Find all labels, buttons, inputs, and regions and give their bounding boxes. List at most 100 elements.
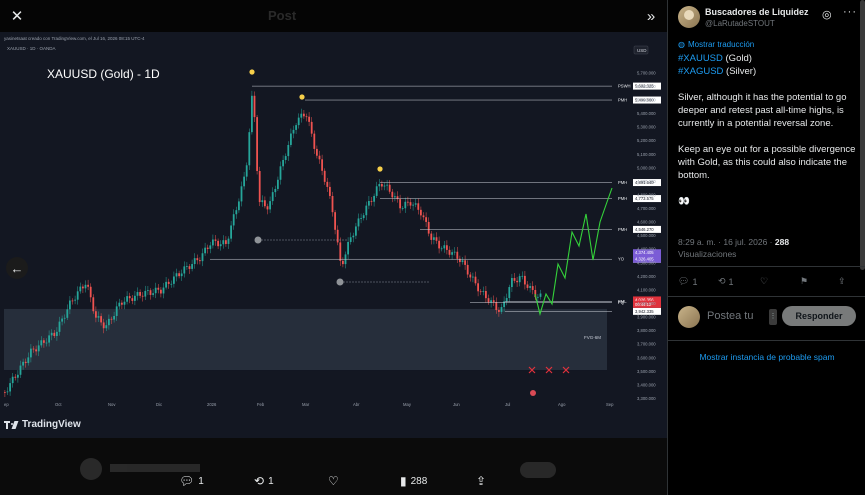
author-handle[interactable]: @LaRutadeSTOUT bbox=[705, 19, 775, 28]
repost-action[interactable]: ⟲ 1 bbox=[254, 474, 274, 488]
repost-icon: ⟲ bbox=[718, 276, 726, 286]
candle-body bbox=[313, 133, 316, 149]
show-spam-link[interactable]: Mostrar instancia de probable spam bbox=[668, 352, 865, 362]
candle-body bbox=[266, 206, 269, 210]
share-action[interactable]: ⇪ bbox=[476, 474, 486, 488]
arrow-left-icon: ← bbox=[10, 260, 24, 276]
author-name[interactable]: Buscadores de Liquidez bbox=[705, 7, 809, 17]
y-tick-label: 5,600.000 bbox=[637, 84, 656, 89]
candle-body bbox=[381, 184, 383, 187]
candle-body bbox=[303, 113, 305, 117]
close-button[interactable]: ✕ bbox=[6, 5, 28, 27]
reply-action[interactable]: 💬︎ 1 bbox=[179, 474, 204, 488]
candle-body bbox=[404, 201, 407, 209]
post-paragraph-1: Silver, although it has the potential to… bbox=[678, 92, 847, 129]
show-translation-link[interactable]: ◍ Mostrar traducción bbox=[678, 40, 754, 49]
bookmark-icon: ⚑ bbox=[800, 276, 809, 286]
y-tick-label: 4,500.000 bbox=[637, 233, 656, 238]
expand-panel-button[interactable]: » bbox=[640, 5, 662, 27]
share-icon: ⇪ bbox=[838, 276, 846, 286]
candle-body bbox=[251, 95, 253, 133]
chart-title: XAUUSD (Gold) - 1D bbox=[47, 67, 160, 81]
views-action[interactable]: ▮ 288 bbox=[400, 474, 427, 488]
candle-body bbox=[69, 300, 71, 310]
candle-body bbox=[438, 240, 440, 249]
candle-body bbox=[186, 266, 188, 268]
post-timestamp[interactable]: 8:29 a. m. · 16 jul. 2026 · 288 bbox=[678, 237, 789, 247]
panel-share-button[interactable]: ⇪ bbox=[838, 276, 846, 287]
emoji-picker-icon[interactable]: ⋮ bbox=[769, 309, 777, 325]
candle-body bbox=[308, 116, 310, 122]
candle-body bbox=[383, 185, 386, 187]
candle-body bbox=[360, 218, 362, 219]
y-tick-label: 4,200.000 bbox=[637, 274, 656, 279]
like-action[interactable]: ♡ bbox=[328, 474, 339, 488]
candle-body bbox=[477, 283, 479, 292]
candle-body bbox=[448, 249, 451, 255]
previous-media-button[interactable]: ← bbox=[6, 257, 28, 279]
x-tick-label: Dic bbox=[156, 402, 162, 407]
candle-body bbox=[292, 129, 295, 134]
candle-body bbox=[336, 229, 339, 243]
y-tick-label: 5,200.000 bbox=[637, 138, 656, 143]
candle-body bbox=[243, 176, 245, 187]
candle-body bbox=[183, 266, 186, 274]
candle-body bbox=[154, 287, 157, 294]
candle-body bbox=[256, 117, 258, 171]
anchor-dot bbox=[254, 236, 262, 244]
candle-body bbox=[56, 331, 58, 336]
lightbulb-icon bbox=[249, 69, 255, 75]
x-tick-label: Sep bbox=[606, 402, 614, 407]
candle-body bbox=[440, 248, 443, 250]
candle-body bbox=[375, 186, 378, 196]
candle-body bbox=[110, 318, 113, 320]
panel-repost-button[interactable]: ⟲ 1 bbox=[718, 276, 734, 287]
globe-icon: ◍ bbox=[678, 40, 685, 49]
reply-submit-button[interactable]: Responder bbox=[782, 306, 856, 326]
candle-body bbox=[277, 179, 279, 189]
candle-body bbox=[136, 292, 139, 296]
y-tick-label: 4,900.000 bbox=[637, 179, 656, 184]
tradingview-logo-icon bbox=[4, 420, 19, 429]
candle-body bbox=[362, 215, 365, 219]
reply-input[interactable] bbox=[705, 309, 769, 323]
candle-body bbox=[170, 283, 173, 285]
panel-scrollbar[interactable] bbox=[860, 0, 865, 270]
candle-body bbox=[196, 258, 199, 261]
candle-body bbox=[152, 293, 154, 295]
candle-body bbox=[165, 281, 167, 288]
y-tick-label: 3,300.000 bbox=[637, 396, 656, 401]
panel-bookmark-button[interactable]: ⚑ bbox=[800, 276, 808, 287]
chevron-double-right-icon: » bbox=[646, 7, 656, 25]
author-avatar[interactable] bbox=[678, 6, 700, 28]
y-tick-label: 3,700.000 bbox=[637, 342, 656, 347]
y-tick-label: 3,800.000 bbox=[637, 328, 656, 333]
candle-body bbox=[401, 208, 404, 210]
candle-body bbox=[235, 210, 238, 215]
candle-body bbox=[178, 273, 180, 277]
candle-body bbox=[48, 335, 50, 343]
candle-body bbox=[329, 186, 331, 196]
candle-body bbox=[323, 170, 326, 182]
candle-body bbox=[157, 287, 160, 290]
panel-like-button[interactable]: ♡ bbox=[760, 276, 768, 287]
candle-body bbox=[58, 321, 61, 332]
candle-body bbox=[61, 318, 63, 322]
hashtag-xauusd[interactable]: #XAUUSD bbox=[678, 53, 723, 64]
candle-body bbox=[6, 391, 9, 393]
more-options-icon[interactable]: ··· bbox=[843, 6, 857, 18]
x-tick-label: Jul bbox=[505, 402, 510, 407]
candle-body bbox=[461, 260, 464, 263]
candle-body bbox=[261, 200, 264, 203]
grok-icon[interactable]: ◎ bbox=[822, 8, 832, 21]
candle-body bbox=[521, 275, 524, 277]
candle-body bbox=[17, 374, 19, 378]
fvg-zone bbox=[4, 308, 607, 371]
candle-body bbox=[92, 297, 95, 312]
candle-body bbox=[349, 237, 352, 242]
panel-reply-button[interactable]: 💬︎ 1 bbox=[678, 276, 697, 287]
candle-body bbox=[456, 251, 459, 259]
hashtag-xagusd[interactable]: #XAGUSD bbox=[678, 66, 723, 77]
level-label: PML bbox=[618, 299, 627, 304]
views-count: 288 bbox=[410, 475, 428, 487]
